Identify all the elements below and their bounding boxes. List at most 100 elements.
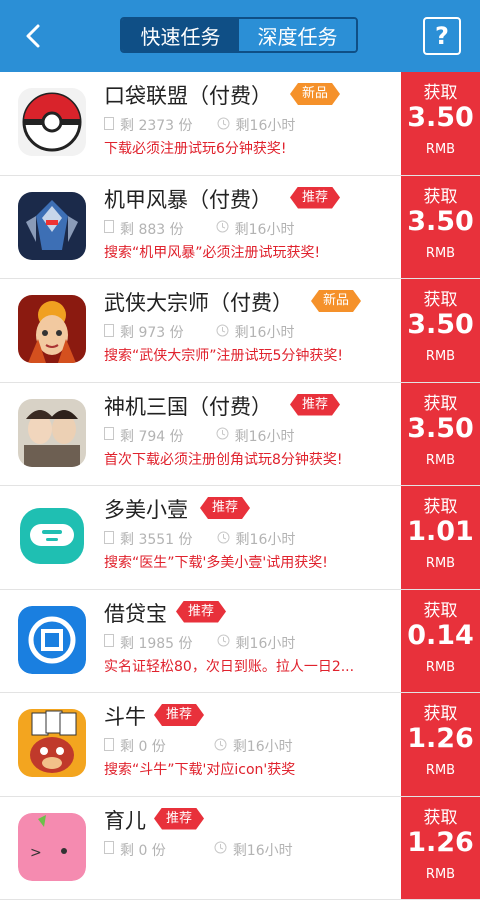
reward-unit: RMB [401,763,480,778]
document-icon [104,220,114,237]
document-icon [104,324,114,341]
task-title: 武侠大宗师（付费） [104,287,293,317]
reward-amount: 3.50 [401,206,480,237]
reward-unit: RMB [401,246,480,261]
task-meta: 剩 883 份 剩16小时 [104,219,294,239]
task-meta: 剩 3551 份 剩16小时 [104,529,295,549]
help-button[interactable]: ? [423,17,461,55]
clock-icon [217,634,230,651]
remaining-count: 剩 0 份 [120,736,166,756]
remaining-count: 剩 973 份 [120,322,184,342]
task-meta: 剩 973 份 剩16小时 [104,322,294,342]
reward-amount: 3.50 [401,102,480,133]
reward-amount: 3.50 [401,309,480,340]
top-nav-bar: 快速任务 深度任务 ? [0,0,480,72]
reward-button[interactable]: 获取 3.50 RMB [401,279,480,382]
reward-label: 获取 [401,78,480,103]
pokeball-icon [18,88,86,156]
document-icon [104,634,114,651]
time-left: 剩16小时 [235,426,295,446]
reward-amount: 0.14 [401,620,480,651]
task-description: 搜索“武侠大宗师”注册试玩5分钟获奖! [104,345,394,365]
task-title: 口袋联盟（付费） [104,80,272,110]
badge-new: 新品 [290,83,340,105]
reward-label: 获取 [401,492,480,517]
reward-label: 获取 [401,803,480,828]
task-type-segmented-control: 快速任务 深度任务 [120,17,358,53]
task-row[interactable]: 武侠大宗师（付费） 新品 剩 973 份 剩16小时 搜索“武侠大宗师”注册试玩… [0,279,480,383]
task-row[interactable]: 口袋联盟（付费） 新品 剩 2373 份 剩16小时 下载必须注册试玩6分钟获奖… [0,72,480,176]
coin-icon [18,606,86,674]
reward-amount: 3.50 [401,413,480,444]
time-left: 剩16小时 [235,219,295,239]
badge-recommend: 推荐 [290,187,340,209]
reward-label: 获取 [401,699,480,724]
time-left: 剩16小时 [236,633,296,653]
reward-button[interactable]: 获取 3.50 RMB [401,72,480,175]
reward-unit: RMB [401,142,480,157]
task-description: 搜索“斗牛”下载'对应icon'获奖 [104,759,394,779]
reward-unit: RMB [401,453,480,468]
reward-button[interactable]: 获取 1.01 RMB [401,486,480,589]
document-icon [104,841,114,858]
task-description: 搜索“医生”下载'多美小壹'试用获奖! [104,552,394,572]
reward-label: 获取 [401,389,480,414]
tab-quick-tasks[interactable]: 快速任务 [122,19,239,51]
reward-button[interactable]: 获取 1.26 RMB [401,693,480,796]
reward-unit: RMB [401,556,480,571]
task-title: 神机三国（付费） [104,391,272,421]
task-description: 搜索“机甲风暴”必须注册试玩获奖! [104,242,394,262]
reward-button[interactable]: 获取 3.50 RMB [401,383,480,486]
reward-label: 获取 [401,182,480,207]
clock-icon [216,427,229,444]
badge-recommend: 推荐 [290,394,340,416]
task-row[interactable]: 斗牛 推荐 剩 0 份 剩16小时 搜索“斗牛”下载'对应icon'获奖 获取 … [0,693,480,797]
reward-button[interactable]: 获取 1.26 RMB [401,797,480,900]
reward-button[interactable]: 获取 0.14 RMB [401,590,480,693]
task-title: 机甲风暴（付费） [104,184,272,214]
time-left: 剩16小时 [233,736,293,756]
document-icon [104,117,114,134]
task-row[interactable]: 机甲风暴（付费） 推荐 剩 883 份 剩16小时 搜索“机甲风暴”必须注册试玩… [0,176,480,280]
time-left: 剩16小时 [233,840,293,860]
task-row[interactable]: 多美小壹 推荐 剩 3551 份 剩16小时 搜索“医生”下载'多美小壹'试用获… [0,486,480,590]
clock-icon [217,117,230,134]
remaining-count: 剩 883 份 [120,219,184,239]
badge-recommend: 推荐 [154,808,204,830]
task-title: 育儿 [104,805,146,835]
task-row[interactable]: 神机三国（付费） 推荐 剩 794 份 剩16小时 首次下载必须注册创角试玩8分… [0,383,480,487]
task-row[interactable]: > 育儿 推荐 剩 0 份 剩16小时 获取 1.26 RMB [0,797,480,900]
reward-button[interactable]: 获取 3.50 RMB [401,176,480,279]
badge-recommend: 推荐 [200,497,250,519]
task-meta: 剩 0 份 剩16小时 [104,840,293,860]
clock-icon [216,324,229,341]
time-left: 剩16小时 [235,322,295,342]
task-meta: 剩 0 份 剩16小时 [104,736,293,756]
task-title: 斗牛 [104,701,146,731]
remaining-count: 剩 3551 份 [120,529,193,549]
task-row[interactable]: 借贷宝 推荐 剩 1985 份 剩16小时 实名证轻松80，次日到账。拉人一日2… [0,590,480,694]
task-description: 实名证轻松80，次日到账。拉人一日2... [104,656,394,676]
pink-face-icon: > [18,813,86,881]
reward-amount: 1.26 [401,723,480,754]
remaining-count: 剩 1985 份 [120,633,193,653]
three-kingdoms-icon [18,399,86,467]
remaining-count: 剩 794 份 [120,426,184,446]
clock-icon [214,738,227,755]
reward-amount: 1.01 [401,516,480,547]
back-icon[interactable] [16,18,52,54]
task-meta: 剩 1985 份 剩16小时 [104,633,295,653]
task-list: 口袋联盟（付费） 新品 剩 2373 份 剩16小时 下载必须注册试玩6分钟获奖… [0,72,480,900]
reward-unit: RMB [401,867,480,882]
document-icon [104,531,114,548]
clock-icon [216,220,229,237]
task-meta: 剩 794 份 剩16小时 [104,426,294,446]
task-title: 借贷宝 [104,598,167,628]
reward-unit: RMB [401,660,480,675]
svg-text:>: > [30,845,42,861]
task-description: 首次下载必须注册创角试玩8分钟获奖! [104,449,394,469]
time-left: 剩16小时 [236,115,296,135]
tab-deep-tasks[interactable]: 深度任务 [239,19,356,51]
reward-amount: 1.26 [401,827,480,858]
document-icon [104,738,114,755]
